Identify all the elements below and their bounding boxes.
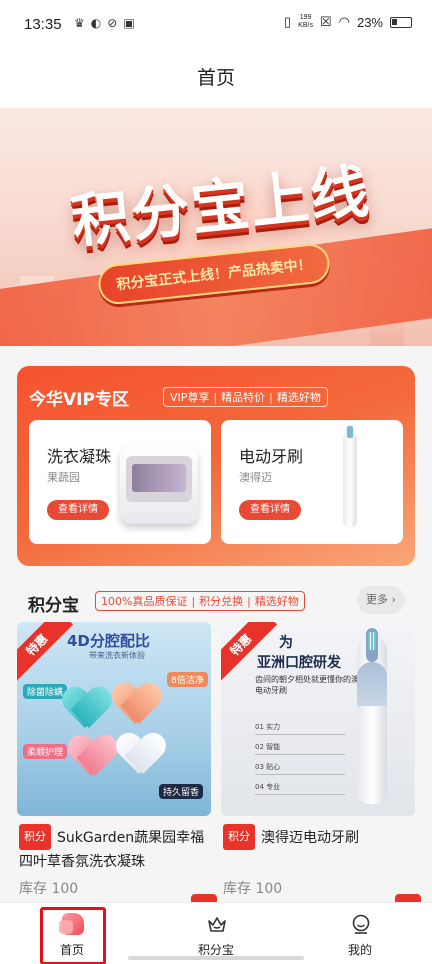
tab-home[interactable]: 首页 [0,903,144,964]
link-icon: ⊘ [107,16,118,30]
points-tag: 积分 [19,824,51,850]
status-notification-icons: ♛ ◐ ⊘ ▣ [74,16,135,30]
image-subline: 带来洗衣新体验 [89,651,145,660]
image-feature: 04 专业 [255,782,345,795]
toothbrush-graphic [357,628,387,804]
vip-card-name: 电动牙刷 [239,447,304,466]
vip-tag: VIP尊享 [170,391,210,404]
status-right: ▯ 199 KB/s ☒ ◠ 23% [284,14,412,30]
product-stock: 库存 100 [223,881,283,897]
section-tag: 积分兑换 [187,593,243,609]
vip-zone: 今华VIP专区 VIP尊享 精品特价 精选好物 洗衣凝珠 果蔬园 查看详情 电动… [17,366,415,566]
section-tag: 精选好物 [243,593,299,609]
section-tags: 100%真品质保证 积分兑换 精选好物 [95,591,305,611]
image-headline: 4D分腔配比 [67,632,150,650]
section-title: 积分宝 [28,596,79,616]
points-tag: 积分 [223,824,255,850]
chevron-right-icon: › [391,593,396,606]
vip-card-brand: 果蔬园 [47,471,80,484]
title-bar: 首页 [0,50,432,108]
pod-graphic [113,684,161,730]
bottom-tab-bar: 首页 积分宝 我的 [0,902,432,964]
battery-percent: 23% [356,14,383,30]
tab-profile[interactable]: 我的 [288,903,432,964]
status-bar: 13:35 ♛ ◐ ⊘ ▣ ▯ 199 KB/s ☒ ◠ 23% [0,0,432,50]
app-icon: ◐ [90,16,102,30]
pod-graphic [117,734,165,780]
product-title: 积分 SukGarden蔬果园幸福四叶草香氛洗衣凝珠 [19,824,215,874]
image-tag: 除菌除螨 [23,684,68,699]
vip-card-name: 洗衣凝珠 [47,447,112,466]
points-section-header: 积分宝 100%真品质保证 积分兑换 精选好物 更多 › [0,583,432,619]
net-speed: 199 KB/s [298,14,313,29]
image-tag: 8倍洁净 [167,672,208,687]
product-title: 积分 澳得迈电动牙刷 [223,824,419,850]
vip-card-laundry-pods[interactable]: 洗衣凝珠 果蔬园 查看详情 [29,420,211,544]
battery-icon [390,16,412,28]
play-icon: ▣ [123,16,135,30]
points-crown-icon [208,917,226,932]
toothbrush-image [343,426,357,528]
vip-tag: 精品特价 [209,389,265,405]
view-details-button[interactable]: 查看详情 [47,500,109,520]
image-tag: 持久留香 [159,784,204,799]
section-tag: 100%真品质保证 [101,595,188,608]
tab-label: 我的 [347,943,372,957]
vip-tags: VIP尊享 精品特价 精选好物 [163,387,328,407]
page-title: 首页 [196,67,235,89]
image-headline: 亚洲口腔研发 [257,655,341,671]
image-tag: 柔顺护理 [23,744,68,759]
selected-tab-outline [40,907,106,964]
image-headline: 为 [279,635,293,651]
image-feature: 03 贴心 [255,762,345,775]
image-feature: 01 实力 [255,722,345,735]
product-card[interactable]: 4D分腔配比 带来洗衣新体验 除菌除螨 8倍洁净 柔顺护理 持久留香 特惠 积分… [17,622,217,906]
product-stock: 库存 100 [19,881,79,897]
vibrate-icon: ▯ [284,14,292,29]
product-image: 4D分腔配比 带来洗衣新体验 除菌除螨 8倍洁净 柔顺护理 持久留香 特惠 [17,622,211,816]
laundry-pods-image [120,446,198,524]
vip-card-brand: 澳得迈 [239,471,272,484]
wifi-icon: ◠ [338,14,350,29]
vip-title: 今华VIP专区 [29,390,129,410]
promo-banner[interactable]: 积分宝上线 积分宝正式上线！产品热卖中！ [0,108,432,346]
status-time: 13:35 [24,16,62,33]
image-feature: 02 智能 [255,742,345,755]
tab-points[interactable]: 积分宝 [144,903,288,964]
view-details-button[interactable]: 查看详情 [239,500,301,520]
pod-graphic [63,688,111,734]
no-sim-icon: ☒ [319,14,332,29]
gesture-bar [128,956,304,960]
product-card[interactable]: 为 亚洲口腔研发 齿间的朝夕相处就更懂你的澳得迈电动牙刷 01 实力 02 智能… [221,622,421,906]
vip-tag: 精选好物 [265,389,321,405]
product-image: 为 亚洲口腔研发 齿间的朝夕相处就更懂你的澳得迈电动牙刷 01 实力 02 智能… [221,622,415,816]
crown-icon: ♛ [74,16,85,30]
more-button[interactable]: 更多 › [357,586,405,614]
hot-badge: 特惠 [17,622,74,682]
profile-icon [352,914,370,934]
vip-card-toothbrush[interactable]: 电动牙刷 澳得迈 查看详情 [221,420,403,544]
pod-graphic [69,736,117,782]
